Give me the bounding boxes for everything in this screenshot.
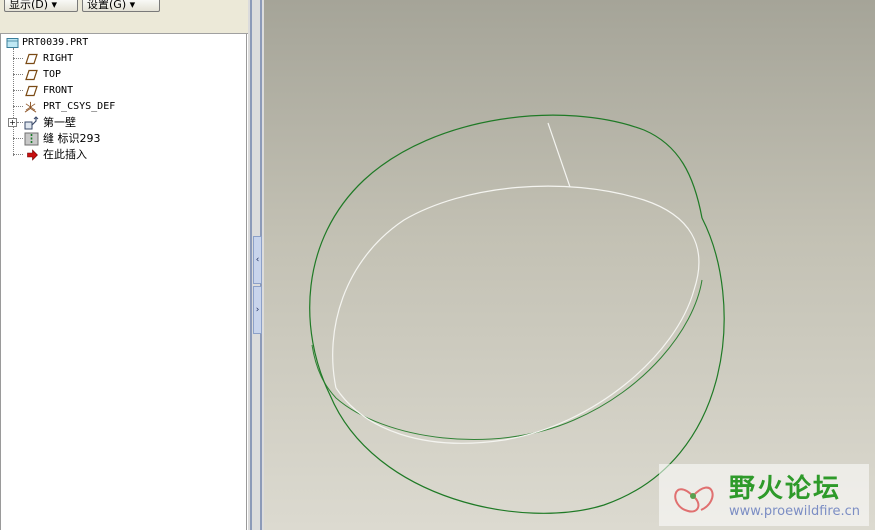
tree-item-label: PRT_CSYS_DEF — [43, 101, 116, 112]
tree-connector — [13, 48, 14, 156]
model-edge — [332, 185, 700, 444]
sheetmetal-wall-icon — [24, 116, 39, 130]
show-menu-button[interactable]: 显示(D) ▾ — [4, 0, 78, 12]
model-geometry — [309, 114, 725, 514]
model-seam-edge — [547, 122, 571, 188]
rip-feature-icon — [24, 132, 39, 146]
collapse-panel-button[interactable]: ‹ — [253, 236, 262, 284]
expand-panel-button[interactable]: › — [253, 286, 262, 334]
datum-plane-icon — [25, 53, 38, 65]
tree-connector — [13, 74, 23, 75]
toolbar-strip — [0, 15, 248, 34]
tree-connector — [13, 90, 23, 91]
settings-menu-button[interactable]: 设置(G) ▾ — [82, 0, 160, 12]
tree-connector — [13, 154, 23, 155]
tree-connector — [13, 58, 23, 59]
datum-plane-icon — [25, 69, 38, 81]
model-tree[interactable]: PRT0039.PRT RIGHT TOP FRONT PRT_CSYS_DEF… — [0, 34, 247, 530]
tree-item-label: FRONT — [43, 85, 74, 96]
tree-connector — [13, 106, 23, 107]
tree-item-label: 在此插入 — [43, 148, 87, 161]
watermark-url: www.proewildfire.cn — [729, 504, 860, 519]
panel-splitter[interactable]: ‹ › — [248, 0, 264, 530]
model-tree-panel: 显示(D) ▾ 设置(G) ▾ PRT0039.PRT RIGHT TOP FR… — [0, 0, 248, 530]
tree-root-label: PRT0039.PRT — [22, 37, 89, 48]
datum-plane-icon — [25, 85, 38, 97]
forum-watermark: 野火论坛 www.proewildfire.cn — [659, 464, 869, 526]
tree-item-label: 缝 标识293 — [43, 132, 101, 145]
tree-connector — [17, 122, 23, 123]
tree-item-label: TOP — [43, 69, 62, 80]
model-edge — [309, 114, 725, 514]
graphics-viewport[interactable]: 野火论坛 www.proewildfire.cn — [264, 0, 875, 530]
insert-here-arrow-icon — [27, 149, 38, 161]
watermark-title: 野火论坛 — [729, 474, 842, 504]
tree-item-label: RIGHT — [43, 53, 74, 64]
coordinate-system-icon — [24, 101, 37, 113]
expand-toggle-icon[interactable]: + — [8, 118, 17, 127]
model-tree-toolbar: 显示(D) ▾ 设置(G) ▾ — [0, 0, 248, 15]
model-edge — [311, 279, 703, 440]
part-icon — [6, 38, 19, 48]
tree-item-label: 第一壁 — [43, 116, 76, 129]
watermark-logo-icon — [674, 486, 714, 513]
tree-connector — [13, 138, 23, 139]
splitter-rail — [250, 0, 252, 530]
